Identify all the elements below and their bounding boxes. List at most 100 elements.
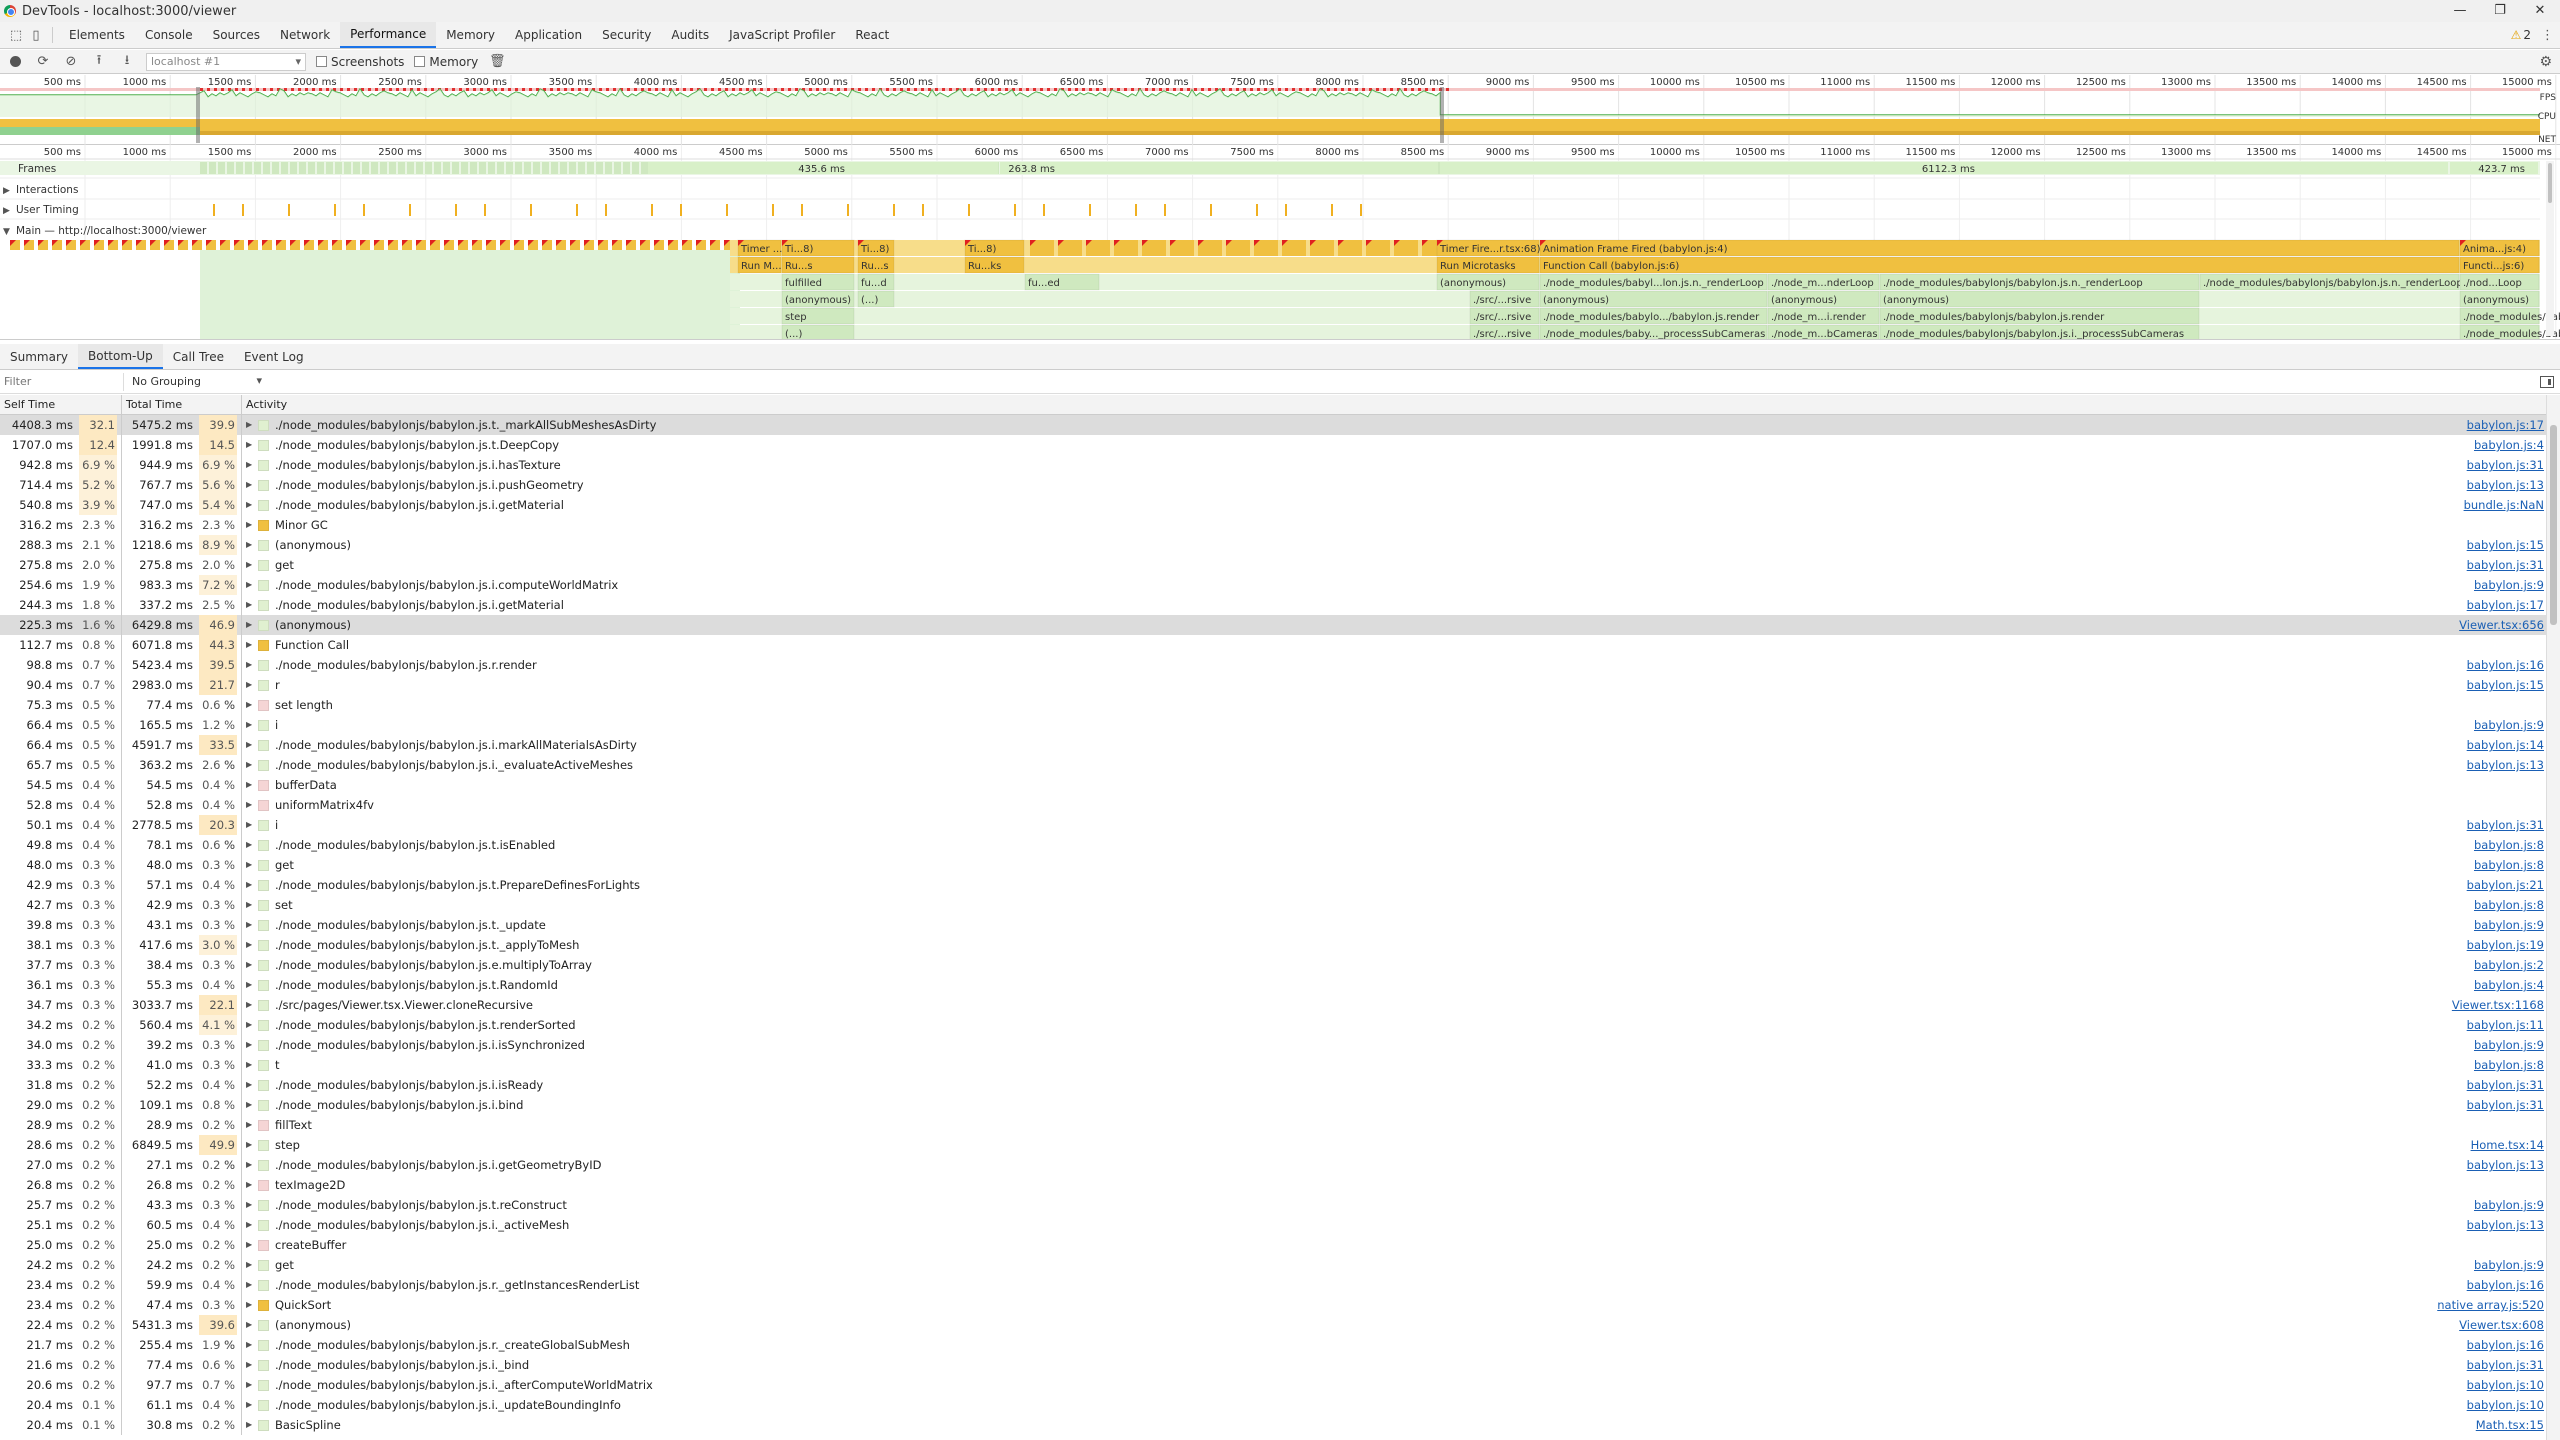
table-row[interactable]: 23.4 ms 0.2 % 47.4 ms 0.3 % ▶ QuickSort … [0, 1295, 2560, 1315]
expand-arrow-icon[interactable]: ▶ [246, 595, 258, 615]
table-row[interactable]: 33.3 ms 0.2 % 41.0 ms 0.3 % ▶ t babylon.… [0, 1055, 2560, 1075]
source-link[interactable]: bundle.js:NaN [2464, 495, 2544, 515]
table-row[interactable]: 34.2 ms 0.2 % 560.4 ms 4.1 % ▶ ./node_mo… [0, 1015, 2560, 1035]
total-time-header[interactable]: Total Time [122, 395, 242, 414]
expand-arrow-icon[interactable]: ▶ [246, 755, 258, 775]
expand-arrow-icon[interactable]: ▶ [246, 795, 258, 815]
source-link[interactable]: babylon.js:4 [2474, 975, 2544, 995]
activity-header[interactable]: Activity [242, 395, 2560, 414]
minimize-button[interactable]: — [2440, 0, 2480, 22]
tab-elements[interactable]: Elements [59, 22, 135, 48]
source-link[interactable]: babylon.js:11 [2467, 1015, 2544, 1035]
timeline-flamechart[interactable]: 500 ms 1000 ms 1500 ms 2000 ms 2500 ms 3000 m… [0, 145, 2560, 340]
expand-arrow-icon[interactable]: ▶ [246, 875, 258, 895]
source-link[interactable]: babylon.js:9 [2474, 915, 2544, 935]
source-link[interactable]: babylon.js:15 [2467, 535, 2544, 555]
capture-settings-gear-icon[interactable]: ⚙ [2539, 54, 2552, 70]
expand-arrow-icon[interactable]: ▶ [246, 515, 258, 535]
table-row[interactable]: 31.8 ms 0.2 % 52.2 ms 0.4 % ▶ ./node_mod… [0, 1075, 2560, 1095]
table-row[interactable]: 90.4 ms 0.7 % 2983.0 ms 21.7 % ▶ r babyl… [0, 675, 2560, 712]
tab-console[interactable]: Console [135, 22, 203, 48]
table-row[interactable]: 49.8 ms 0.4 % 78.1 ms 0.6 % ▶ ./node_mod… [0, 835, 2560, 855]
table-row[interactable]: 48.0 ms 0.3 % 48.0 ms 0.3 % ▶ get babylo… [0, 855, 2560, 875]
table-row[interactable]: 28.9 ms 0.2 % 28.9 ms 0.2 % ▶ fillText [0, 1115, 2560, 1135]
close-button[interactable]: ✕ [2520, 0, 2560, 22]
table-row[interactable]: 25.0 ms 0.2 % 25.0 ms 0.2 % ▶ createBuff… [0, 1235, 2560, 1255]
expand-arrow-icon[interactable]: ▶ [246, 1275, 258, 1295]
table-row[interactable]: 275.8 ms 2.0 % 275.8 ms 2.0 % ▶ get baby… [0, 555, 2560, 575]
source-link[interactable]: babylon.js:31 [2467, 815, 2544, 835]
expand-arrow-icon[interactable]: ▶ [246, 415, 258, 435]
table-row[interactable]: 288.3 ms 2.1 % 1218.6 ms 8.9 % ▶ (anonym… [0, 535, 2560, 555]
expand-arrow-icon[interactable]: ▶ [246, 1235, 258, 1255]
save-profile-button[interactable]: ⭳ [118, 53, 136, 71]
source-link[interactable]: babylon.js:8 [2474, 1055, 2544, 1075]
expand-arrow-icon[interactable]: ▶ [246, 435, 258, 455]
source-link[interactable]: native array.js:520 [2437, 1295, 2544, 1315]
tab-react[interactable]: React [845, 22, 899, 48]
source-link[interactable]: babylon.js:31 [2467, 1075, 2544, 1095]
tab-application[interactable]: Application [505, 22, 592, 48]
table-row[interactable]: 36.1 ms 0.3 % 55.3 ms 0.4 % ▶ ./node_mod… [0, 975, 2560, 995]
expand-arrow-icon[interactable]: ▶ [246, 1375, 258, 1395]
expand-arrow-icon[interactable]: ▶ [246, 935, 258, 955]
expand-arrow-icon[interactable]: ▶ [246, 995, 258, 1015]
scrollbar-thumb[interactable] [2550, 425, 2557, 625]
load-profile-button[interactable]: ⭱ [90, 53, 108, 71]
source-link[interactable]: babylon.js:16 [2467, 1335, 2544, 1355]
table-row[interactable]: 254.6 ms 1.9 % 983.3 ms 7.2 % ▶ ./node_m… [0, 575, 2560, 595]
expand-arrow-icon[interactable]: ▶ [246, 635, 258, 655]
expand-arrow-icon[interactable]: ▶ [246, 1215, 258, 1235]
expand-arrow-icon[interactable]: ▶ [246, 655, 258, 675]
source-link[interactable]: Home.tsx:14 [2471, 1135, 2544, 1155]
record-button[interactable] [6, 53, 24, 71]
table-row[interactable]: 21.7 ms 0.2 % 255.4 ms 1.9 % ▶ ./node_mo… [0, 1335, 2560, 1355]
source-link[interactable]: babylon.js:2 [2474, 955, 2544, 975]
table-row[interactable]: 26.8 ms 0.2 % 26.8 ms 0.2 % ▶ texImage2D [0, 1175, 2560, 1195]
table-row[interactable]: 20.6 ms 0.2 % 97.7 ms 0.7 % ▶ ./node_mod… [0, 1375, 2560, 1395]
table-row[interactable]: 714.4 ms 5.2 % 767.7 ms 5.6 % ▶ ./node_m… [0, 475, 2560, 495]
expand-arrow-icon[interactable]: ▶ [246, 1075, 258, 1095]
expand-arrow-icon[interactable]: ▶ [246, 835, 258, 855]
source-link[interactable]: babylon.js:15 [2467, 675, 2544, 695]
source-link[interactable]: babylon.js:9 [2474, 1035, 2544, 1055]
expand-arrow-icon[interactable]: ▶ [246, 575, 258, 595]
expand-arrow-icon[interactable]: ▶ [246, 955, 258, 975]
expand-arrow-icon[interactable]: ▶ [246, 1195, 258, 1215]
expand-arrow-icon[interactable]: ▶ [246, 815, 258, 835]
table-row[interactable]: 20.4 ms 0.1 % 61.1 ms 0.4 % ▶ ./node_mod… [0, 1395, 2560, 1415]
table-row[interactable]: 23.4 ms 0.2 % 59.9 ms 0.4 % ▶ ./node_mod… [0, 1275, 2560, 1295]
source-link[interactable]: babylon.js:13 [2467, 1155, 2544, 1175]
source-link[interactable]: babylon.js:13 [2467, 475, 2544, 495]
table-row[interactable]: 27.0 ms 0.2 % 27.1 ms 0.2 % ▶ ./node_mod… [0, 1155, 2560, 1175]
source-link[interactable]: babylon.js:14 [2467, 735, 2544, 755]
expand-arrow-icon[interactable]: ▶ [246, 695, 258, 715]
source-link[interactable]: babylon.js:13 [2467, 1215, 2544, 1235]
expand-arrow-icon[interactable]: ▶ [246, 1335, 258, 1355]
table-row[interactable]: 42.9 ms 0.3 % 57.1 ms 0.4 % ▶ ./node_mod… [0, 875, 2560, 895]
table-row[interactable]: 540.8 ms 3.9 % 747.0 ms 5.4 % ▶ ./node_m… [0, 495, 2560, 515]
source-link[interactable]: babylon.js:4 [2474, 435, 2544, 455]
table-row[interactable]: 25.1 ms 0.2 % 60.5 ms 0.4 % ▶ ./node_mod… [0, 1215, 2560, 1235]
table-row[interactable]: 225.3 ms 1.6 % 6429.8 ms 46.9 % ▶ (anony… [0, 615, 2560, 652]
expand-arrow-icon[interactable]: ▶ [246, 855, 258, 875]
table-row[interactable]: 4408.3 ms 32.1 % 5475.2 ms 39.9 % ▶ ./no… [0, 415, 2560, 452]
source-link[interactable]: babylon.js:10 [2467, 1395, 2544, 1415]
source-link[interactable]: babylon.js:17 [2467, 415, 2544, 435]
table-row[interactable]: 21.6 ms 0.2 % 77.4 ms 0.6 % ▶ ./node_mod… [0, 1355, 2560, 1375]
table-row[interactable]: 54.5 ms 0.4 % 54.5 ms 0.4 % ▶ bufferData [0, 775, 2560, 795]
source-link[interactable]: Viewer.tsx:1168 [2452, 995, 2544, 1015]
expand-arrow-icon[interactable]: ▶ [246, 1055, 258, 1075]
expand-arrow-icon[interactable]: ▶ [246, 895, 258, 915]
expand-arrow-icon[interactable]: ▶ [246, 1095, 258, 1115]
screenshots-checkbox[interactable]: Screenshots [316, 55, 404, 69]
table-row[interactable]: 112.7 ms 0.8 % 6071.8 ms 44.3 % ▶ Functi… [0, 635, 2560, 672]
table-row[interactable]: 29.0 ms 0.2 % 109.1 ms 0.8 % ▶ ./node_mo… [0, 1095, 2560, 1115]
source-link[interactable]: babylon.js:9 [2474, 1255, 2544, 1275]
expand-arrow-icon[interactable]: ▶ [246, 975, 258, 995]
expand-arrow-icon[interactable]: ▶ [246, 675, 258, 695]
table-row[interactable]: 34.7 ms 0.3 % 3033.7 ms 22.1 % ▶ ./src/p… [0, 995, 2560, 1032]
inspect-element-icon[interactable]: ⬚ [6, 22, 26, 48]
tab-audits[interactable]: Audits [661, 22, 719, 48]
table-row[interactable]: 66.4 ms 0.5 % 4591.7 ms 33.5 % ▶ ./node_… [0, 735, 2560, 772]
